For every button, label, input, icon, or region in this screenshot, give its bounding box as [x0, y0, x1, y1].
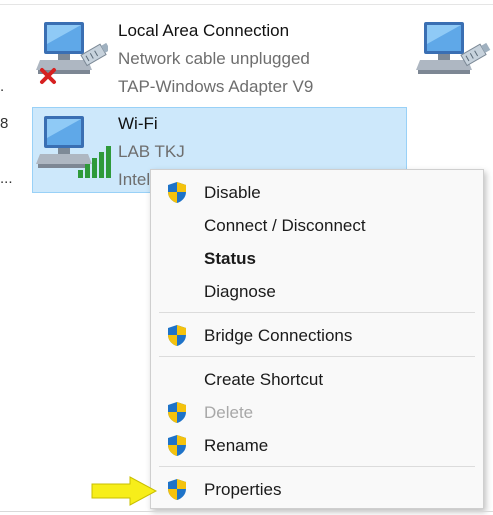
wifi-network-icon	[36, 116, 111, 178]
uac-shield-icon	[168, 402, 186, 423]
menu-item-disable[interactable]: Disable	[151, 177, 483, 207]
bottom-divider	[0, 511, 493, 512]
menu-separator	[159, 356, 475, 357]
network-adapter-icon[interactable]	[416, 18, 492, 92]
menu-item-delete: Delete	[151, 397, 483, 427]
menu-item-label: Delete	[204, 403, 254, 422]
menu-item-label: Diagnose	[204, 282, 276, 301]
menu-item-label: Bridge Connections	[204, 326, 353, 345]
connection-status: Network cable unplugged	[118, 49, 310, 68]
menu-item-label: Status	[204, 249, 256, 268]
network-disconnected-icon	[36, 22, 108, 84]
menu-item-label: Properties	[204, 480, 282, 499]
menu-item-label: Rename	[204, 436, 269, 455]
context-menu: Disable Connect / Disconnect Status Diag…	[150, 169, 484, 509]
left-edge-text-2: 8	[0, 115, 9, 132]
uac-shield-icon	[168, 435, 186, 456]
connection-status: LAB TKJ	[118, 142, 185, 161]
connection-name: Local Area Connection	[118, 21, 290, 40]
menu-separator	[159, 312, 475, 313]
menu-item-label: Disable	[204, 183, 261, 202]
menu-separator	[159, 466, 475, 467]
connection-name: Wi-Fi	[118, 114, 158, 133]
menu-item-connect-disconnect[interactable]: Connect / Disconnect	[151, 210, 483, 240]
uac-shield-icon	[168, 479, 186, 500]
top-divider	[0, 4, 493, 5]
menu-item-status[interactable]: Status	[151, 243, 483, 273]
yellow-arrow-icon	[91, 476, 158, 506]
connection-adapter: Intel	[118, 170, 151, 189]
menu-item-label: Connect / Disconnect	[204, 216, 366, 235]
uac-shield-icon	[168, 182, 186, 203]
left-edge-text-3: ...	[0, 170, 13, 187]
menu-item-create-shortcut[interactable]: Create Shortcut	[151, 364, 483, 394]
left-edge-text-1: .	[0, 78, 5, 95]
connection-adapter: TAP-Windows Adapter V9	[118, 77, 314, 96]
connection-local-area[interactable]: Local Area Connection Network cable unpl…	[32, 18, 362, 100]
menu-item-properties[interactable]: Properties	[151, 474, 483, 504]
menu-item-bridge-connections[interactable]: Bridge Connections	[151, 320, 483, 350]
menu-item-diagnose[interactable]: Diagnose	[151, 276, 483, 306]
menu-item-rename[interactable]: Rename	[151, 430, 483, 460]
menu-item-label: Create Shortcut	[204, 370, 324, 389]
uac-shield-icon	[168, 325, 186, 346]
